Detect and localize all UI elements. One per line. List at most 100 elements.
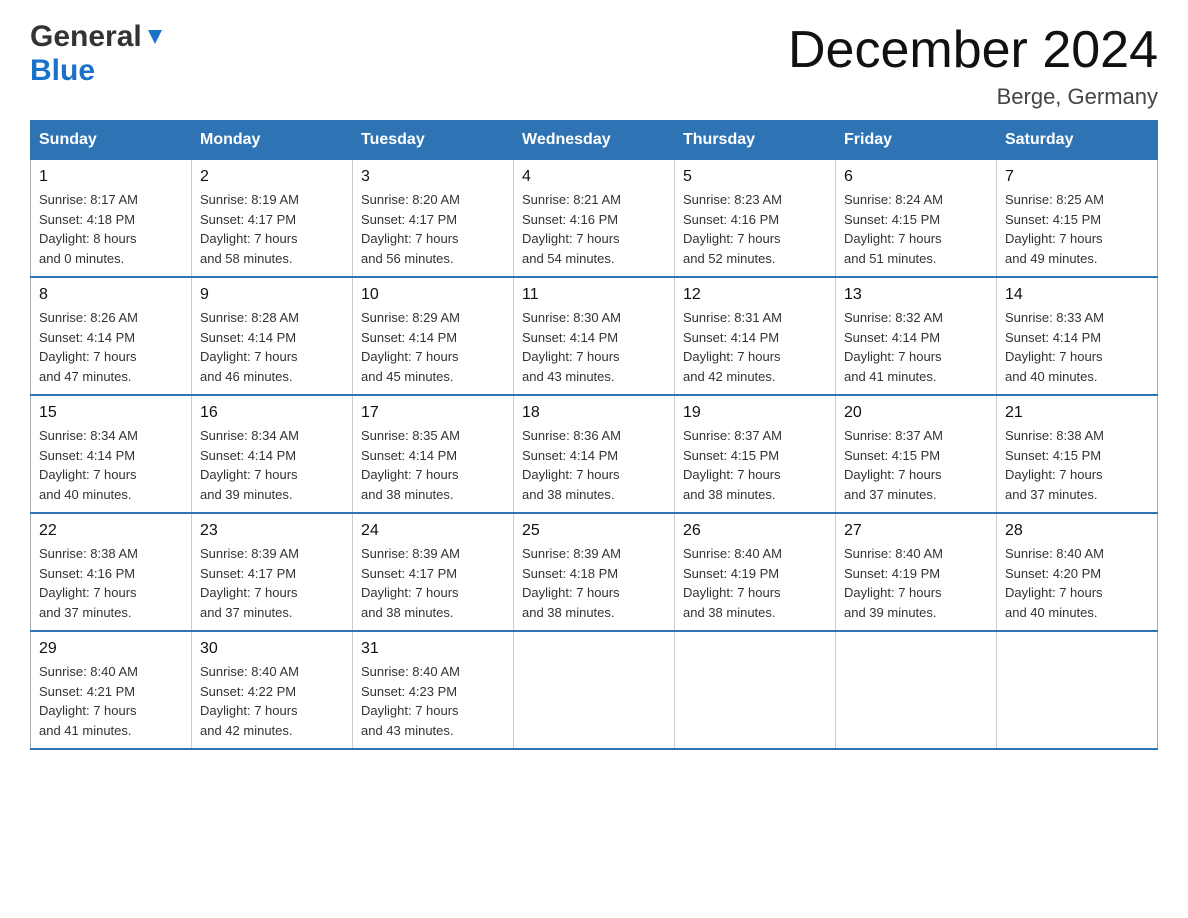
calendar-cell: 27 Sunrise: 8:40 AM Sunset: 4:19 PM Dayl…: [836, 513, 997, 631]
day-number: 25: [522, 522, 666, 540]
calendar-cell: 15 Sunrise: 8:34 AM Sunset: 4:14 PM Dayl…: [31, 395, 192, 513]
day-info: Sunrise: 8:34 AM Sunset: 4:14 PM Dayligh…: [39, 426, 183, 504]
calendar-cell: 10 Sunrise: 8:29 AM Sunset: 4:14 PM Dayl…: [353, 277, 514, 395]
calendar-cell: 19 Sunrise: 8:37 AM Sunset: 4:15 PM Dayl…: [675, 395, 836, 513]
day-number: 14: [1005, 286, 1149, 304]
day-info: Sunrise: 8:34 AM Sunset: 4:14 PM Dayligh…: [200, 426, 344, 504]
day-number: 18: [522, 404, 666, 422]
page-header: General Blue December 2024 Berge, German…: [30, 20, 1158, 110]
day-number: 1: [39, 168, 183, 186]
day-number: 8: [39, 286, 183, 304]
day-info: Sunrise: 8:39 AM Sunset: 4:17 PM Dayligh…: [361, 544, 505, 622]
day-number: 6: [844, 168, 988, 186]
logo-general-text: General: [30, 20, 142, 54]
calendar-cell: 24 Sunrise: 8:39 AM Sunset: 4:17 PM Dayl…: [353, 513, 514, 631]
day-number: 13: [844, 286, 988, 304]
day-number: 11: [522, 286, 666, 304]
calendar-cell: 7 Sunrise: 8:25 AM Sunset: 4:15 PM Dayli…: [997, 160, 1158, 278]
day-info: Sunrise: 8:35 AM Sunset: 4:14 PM Dayligh…: [361, 426, 505, 504]
day-number: 10: [361, 286, 505, 304]
day-number: 5: [683, 168, 827, 186]
weekday-header-saturday: Saturday: [997, 121, 1158, 160]
calendar-week-row: 8 Sunrise: 8:26 AM Sunset: 4:14 PM Dayli…: [31, 277, 1158, 395]
day-info: Sunrise: 8:25 AM Sunset: 4:15 PM Dayligh…: [1005, 190, 1149, 268]
day-number: 2: [200, 168, 344, 186]
day-number: 9: [200, 286, 344, 304]
calendar-cell: 3 Sunrise: 8:20 AM Sunset: 4:17 PM Dayli…: [353, 160, 514, 278]
day-number: 23: [200, 522, 344, 540]
calendar-cell: 21 Sunrise: 8:38 AM Sunset: 4:15 PM Dayl…: [997, 395, 1158, 513]
day-info: Sunrise: 8:38 AM Sunset: 4:16 PM Dayligh…: [39, 544, 183, 622]
day-info: Sunrise: 8:36 AM Sunset: 4:14 PM Dayligh…: [522, 426, 666, 504]
calendar-cell: 26 Sunrise: 8:40 AM Sunset: 4:19 PM Dayl…: [675, 513, 836, 631]
weekday-header-monday: Monday: [192, 121, 353, 160]
day-info: Sunrise: 8:29 AM Sunset: 4:14 PM Dayligh…: [361, 308, 505, 386]
calendar-cell: 17 Sunrise: 8:35 AM Sunset: 4:14 PM Dayl…: [353, 395, 514, 513]
calendar-cell: [675, 631, 836, 749]
logo-arrow-icon: [144, 26, 166, 48]
calendar-cell: 5 Sunrise: 8:23 AM Sunset: 4:16 PM Dayli…: [675, 160, 836, 278]
day-info: Sunrise: 8:40 AM Sunset: 4:22 PM Dayligh…: [200, 662, 344, 740]
calendar-cell: 25 Sunrise: 8:39 AM Sunset: 4:18 PM Dayl…: [514, 513, 675, 631]
day-number: 30: [200, 640, 344, 658]
calendar-cell: 6 Sunrise: 8:24 AM Sunset: 4:15 PM Dayli…: [836, 160, 997, 278]
calendar-cell: 23 Sunrise: 8:39 AM Sunset: 4:17 PM Dayl…: [192, 513, 353, 631]
calendar-cell: 18 Sunrise: 8:36 AM Sunset: 4:14 PM Dayl…: [514, 395, 675, 513]
day-number: 7: [1005, 168, 1149, 186]
calendar-cell: 31 Sunrise: 8:40 AM Sunset: 4:23 PM Dayl…: [353, 631, 514, 749]
calendar-cell: 8 Sunrise: 8:26 AM Sunset: 4:14 PM Dayli…: [31, 277, 192, 395]
day-info: Sunrise: 8:21 AM Sunset: 4:16 PM Dayligh…: [522, 190, 666, 268]
day-number: 24: [361, 522, 505, 540]
day-number: 26: [683, 522, 827, 540]
calendar-cell: 1 Sunrise: 8:17 AM Sunset: 4:18 PM Dayli…: [31, 160, 192, 278]
page-subtitle: Berge, Germany: [788, 84, 1158, 110]
day-info: Sunrise: 8:32 AM Sunset: 4:14 PM Dayligh…: [844, 308, 988, 386]
day-info: Sunrise: 8:40 AM Sunset: 4:20 PM Dayligh…: [1005, 544, 1149, 622]
weekday-header-sunday: Sunday: [31, 121, 192, 160]
day-info: Sunrise: 8:37 AM Sunset: 4:15 PM Dayligh…: [683, 426, 827, 504]
weekday-header-tuesday: Tuesday: [353, 121, 514, 160]
calendar-cell: [514, 631, 675, 749]
calendar-week-row: 22 Sunrise: 8:38 AM Sunset: 4:16 PM Dayl…: [31, 513, 1158, 631]
day-number: 15: [39, 404, 183, 422]
calendar-cell: 20 Sunrise: 8:37 AM Sunset: 4:15 PM Dayl…: [836, 395, 997, 513]
calendar-cell: 28 Sunrise: 8:40 AM Sunset: 4:20 PM Dayl…: [997, 513, 1158, 631]
calendar-cell: 11 Sunrise: 8:30 AM Sunset: 4:14 PM Dayl…: [514, 277, 675, 395]
day-number: 12: [683, 286, 827, 304]
day-number: 31: [361, 640, 505, 658]
day-info: Sunrise: 8:31 AM Sunset: 4:14 PM Dayligh…: [683, 308, 827, 386]
day-number: 27: [844, 522, 988, 540]
calendar-cell: 22 Sunrise: 8:38 AM Sunset: 4:16 PM Dayl…: [31, 513, 192, 631]
calendar-cell: 14 Sunrise: 8:33 AM Sunset: 4:14 PM Dayl…: [997, 277, 1158, 395]
day-info: Sunrise: 8:40 AM Sunset: 4:23 PM Dayligh…: [361, 662, 505, 740]
title-section: December 2024 Berge, Germany: [788, 20, 1158, 110]
page-title: December 2024: [788, 20, 1158, 80]
day-number: 29: [39, 640, 183, 658]
calendar-week-row: 29 Sunrise: 8:40 AM Sunset: 4:21 PM Dayl…: [31, 631, 1158, 749]
day-info: Sunrise: 8:39 AM Sunset: 4:17 PM Dayligh…: [200, 544, 344, 622]
day-info: Sunrise: 8:26 AM Sunset: 4:14 PM Dayligh…: [39, 308, 183, 386]
calendar-week-row: 15 Sunrise: 8:34 AM Sunset: 4:14 PM Dayl…: [31, 395, 1158, 513]
weekday-header-thursday: Thursday: [675, 121, 836, 160]
day-info: Sunrise: 8:33 AM Sunset: 4:14 PM Dayligh…: [1005, 308, 1149, 386]
logo: General Blue: [30, 20, 166, 88]
calendar-cell: 30 Sunrise: 8:40 AM Sunset: 4:22 PM Dayl…: [192, 631, 353, 749]
day-number: 4: [522, 168, 666, 186]
weekday-header-friday: Friday: [836, 121, 997, 160]
day-info: Sunrise: 8:17 AM Sunset: 4:18 PM Dayligh…: [39, 190, 183, 268]
calendar-cell: 29 Sunrise: 8:40 AM Sunset: 4:21 PM Dayl…: [31, 631, 192, 749]
calendar-cell: 9 Sunrise: 8:28 AM Sunset: 4:14 PM Dayli…: [192, 277, 353, 395]
day-info: Sunrise: 8:23 AM Sunset: 4:16 PM Dayligh…: [683, 190, 827, 268]
calendar-cell: [836, 631, 997, 749]
day-info: Sunrise: 8:40 AM Sunset: 4:21 PM Dayligh…: [39, 662, 183, 740]
calendar-cell: 2 Sunrise: 8:19 AM Sunset: 4:17 PM Dayli…: [192, 160, 353, 278]
day-info: Sunrise: 8:19 AM Sunset: 4:17 PM Dayligh…: [200, 190, 344, 268]
day-number: 22: [39, 522, 183, 540]
day-info: Sunrise: 8:24 AM Sunset: 4:15 PM Dayligh…: [844, 190, 988, 268]
day-number: 17: [361, 404, 505, 422]
day-number: 28: [1005, 522, 1149, 540]
day-number: 16: [200, 404, 344, 422]
calendar-table: SundayMondayTuesdayWednesdayThursdayFrid…: [30, 120, 1158, 750]
logo-blue-text: Blue: [30, 54, 95, 88]
calendar-week-row: 1 Sunrise: 8:17 AM Sunset: 4:18 PM Dayli…: [31, 160, 1158, 278]
